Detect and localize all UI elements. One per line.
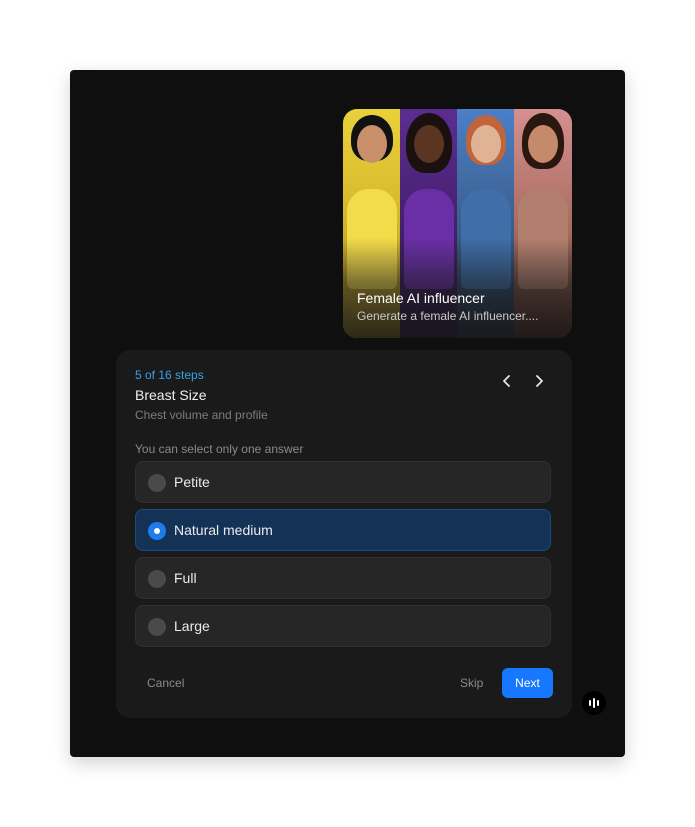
card-overlay <box>343 238 572 338</box>
option-label: Full <box>174 570 197 586</box>
option-label: Large <box>174 618 210 634</box>
wizard-panel: 5 of 16 steps Breast Size Chest volume a… <box>116 350 572 718</box>
question-title: Breast Size <box>135 387 207 403</box>
card-subtitle: Generate a female AI influencer.... <box>357 309 539 323</box>
next-button[interactable]: Next <box>502 668 553 698</box>
skip-button[interactable]: Skip <box>460 676 483 690</box>
audio-fab-button[interactable] <box>582 691 606 715</box>
chevron-left-icon <box>503 375 510 387</box>
template-card[interactable]: Female AI influencer Generate a female A… <box>343 109 572 338</box>
option-large[interactable]: Large <box>135 605 551 647</box>
app-window: Female AI influencer Generate a female A… <box>70 70 625 757</box>
option-full[interactable]: Full <box>135 557 551 599</box>
option-petite[interactable]: Petite <box>135 461 551 503</box>
radio-button[interactable] <box>148 618 166 636</box>
option-label: Natural medium <box>174 522 273 538</box>
question-description: Chest volume and profile <box>135 408 268 422</box>
radio-button[interactable] <box>148 522 166 540</box>
cancel-button[interactable]: Cancel <box>147 676 184 690</box>
prev-step-button[interactable] <box>498 372 516 390</box>
card-title: Female AI influencer <box>357 290 485 306</box>
audio-bars-icon <box>589 698 599 708</box>
option-label: Petite <box>174 474 210 490</box>
selection-hint: You can select only one answer <box>135 442 304 456</box>
radio-button[interactable] <box>148 570 166 588</box>
step-counter: 5 of 16 steps <box>135 368 204 382</box>
option-natural-medium[interactable]: Natural medium <box>135 509 551 551</box>
radio-button[interactable] <box>148 474 166 492</box>
next-step-button[interactable] <box>530 372 548 390</box>
chevron-right-icon <box>536 375 543 387</box>
